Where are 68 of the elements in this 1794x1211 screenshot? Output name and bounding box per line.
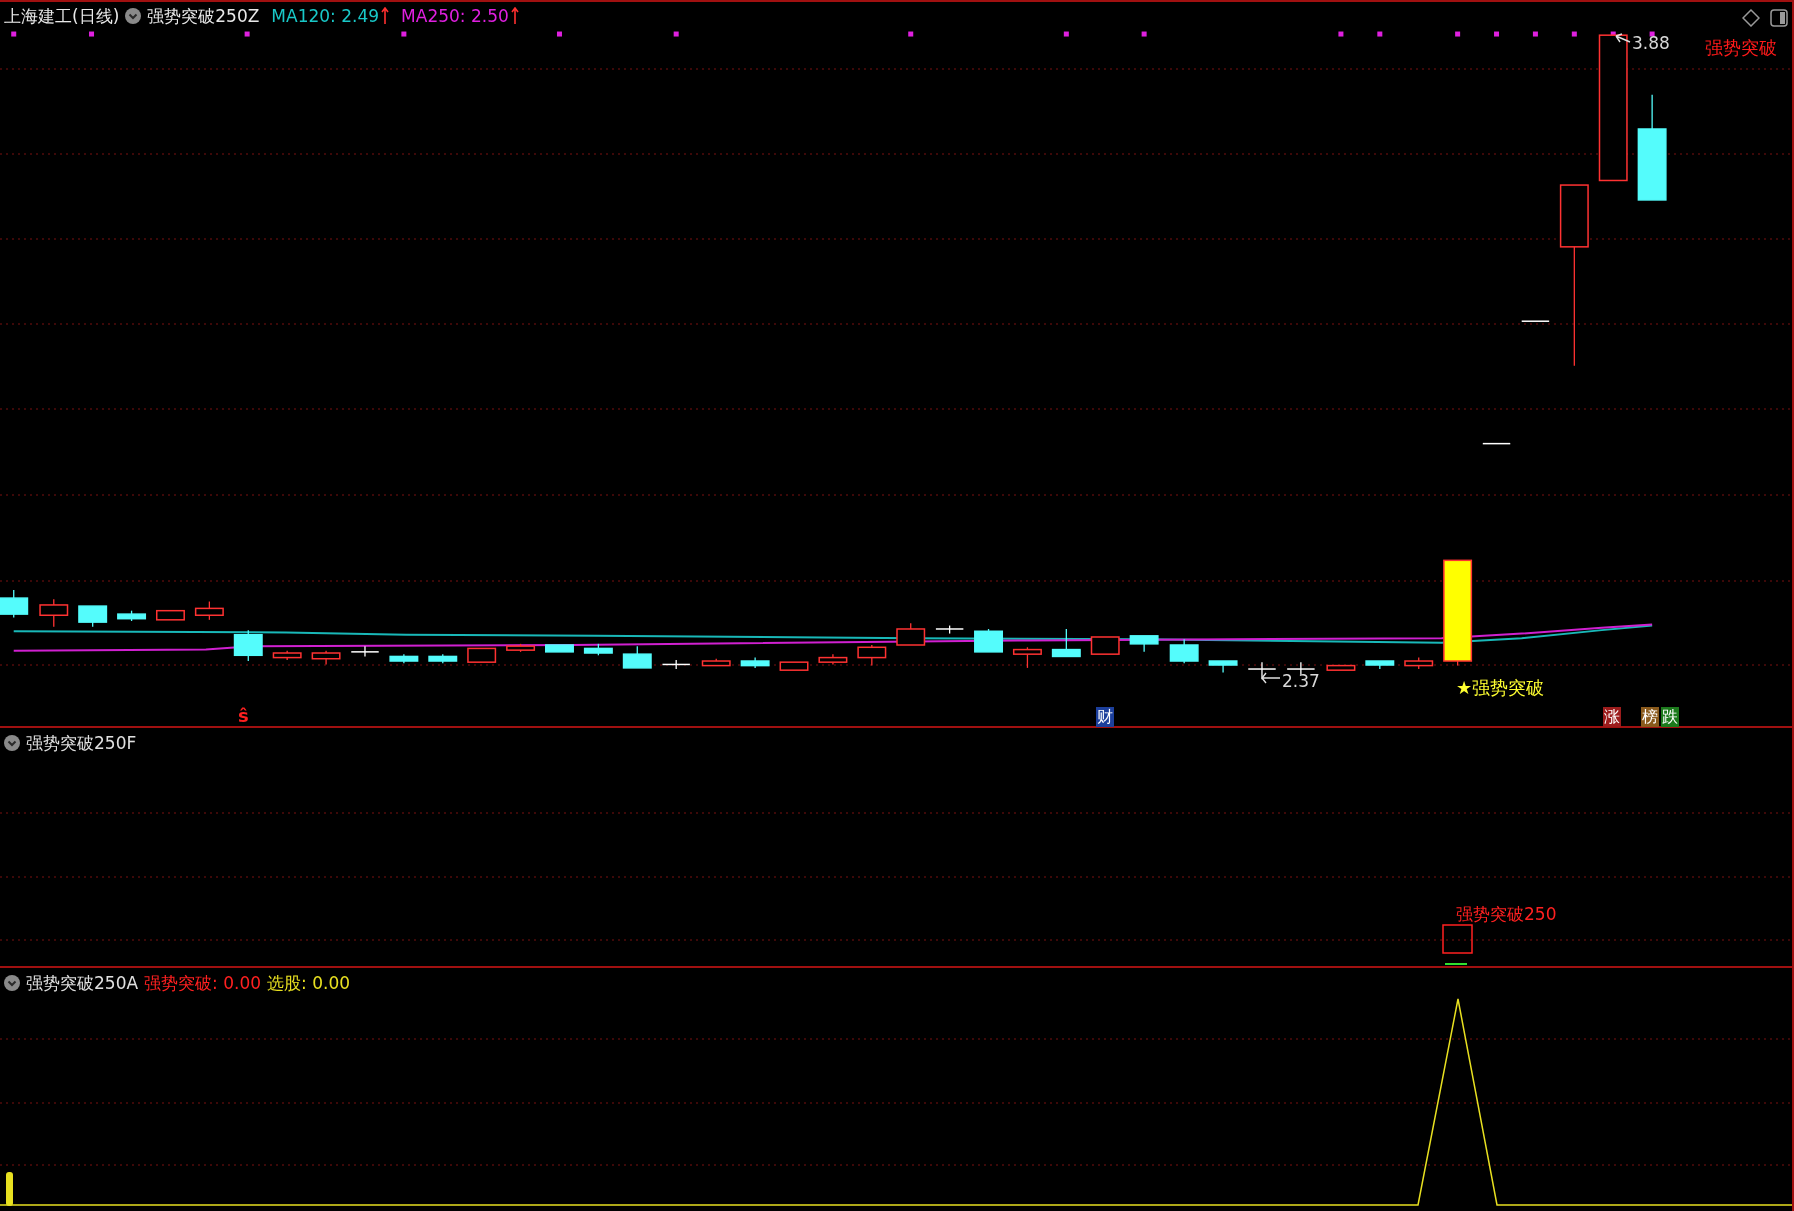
chevron-circle-icon[interactable]: [125, 8, 142, 24]
candlestick: [935, 624, 965, 635]
indicator-reading: 选股: 0.00: [267, 972, 351, 994]
candlestick: [506, 643, 536, 653]
arrow-icon: [1615, 33, 1631, 43]
candlestick: [701, 658, 731, 667]
marker-badge: 涨: [1603, 707, 1621, 727]
indicator-reading: 强势突破: 0.00: [144, 972, 262, 994]
up-arrow-icon: [510, 7, 519, 25]
candlestick: [1365, 660, 1395, 670]
candlestick: [1520, 320, 1550, 322]
price-label: 3.88: [1632, 32, 1670, 55]
candlestick: [1247, 661, 1277, 680]
signal-tick: [1444, 963, 1468, 965]
candlestick: [583, 643, 613, 656]
candlestick: [1012, 646, 1042, 669]
candlestick: [779, 661, 809, 671]
moving-average-reading: MA250: 2.50: [401, 5, 509, 27]
candlestick: [1482, 442, 1511, 445]
indicator-label: 强势突破: [1705, 36, 1777, 60]
candlestick: [467, 647, 497, 663]
candlestick: [1129, 635, 1159, 653]
candlestick: [428, 653, 458, 664]
candlestick: [661, 659, 691, 670]
candlestick: [857, 644, 887, 667]
candlestick: [272, 650, 302, 661]
candlestick: [233, 629, 263, 662]
candlestick: [311, 650, 341, 666]
signal-label: ★强势突破: [1456, 676, 1545, 700]
volume-bar-icon: [6, 1172, 13, 1206]
candlestick: [1169, 638, 1199, 664]
arrow-icon: [1261, 672, 1281, 684]
moving-average-reading: MA120: 2.49: [271, 5, 380, 27]
candlestick: [896, 622, 926, 646]
candlestick: [818, 653, 848, 666]
candlestick: [1090, 636, 1120, 655]
candlestick: [1326, 664, 1356, 671]
stock-title: 上海建工(日线): [4, 5, 120, 27]
signal-box-icon: [1442, 924, 1473, 954]
diamond-icon[interactable]: [1742, 9, 1760, 27]
candlestick: [0, 589, 29, 619]
candlestick: [78, 605, 108, 628]
chevron-circle-icon[interactable]: [4, 735, 20, 751]
up-arrow-icon: [381, 7, 390, 25]
candlestick: [1404, 656, 1434, 670]
candlestick: [740, 656, 770, 669]
indicator-name: 强势突破250F: [26, 732, 137, 754]
candlestick: [350, 645, 380, 658]
marker-badge: 榜: [1641, 707, 1659, 727]
price-label: 2.37: [1282, 670, 1320, 693]
panel-toggle-icon[interactable]: [1770, 9, 1788, 27]
candlestick: [1286, 661, 1316, 676]
chevron-circle-icon[interactable]: [4, 975, 20, 991]
candlestick: [1051, 628, 1081, 658]
indicator-name: 强势突破250A: [26, 972, 139, 994]
marker-badge: 财: [1096, 707, 1114, 727]
indicator-name: 强势突破250Z: [147, 5, 260, 27]
candlestick: [39, 598, 69, 628]
candlestick: [156, 609, 185, 621]
candlestick: [194, 600, 224, 621]
candlestick: [117, 610, 147, 622]
candlestick: [974, 628, 1003, 653]
candlestick: [545, 644, 574, 653]
marker-badge: 跌: [1661, 707, 1679, 727]
signal-label: 强势突破250: [1456, 903, 1557, 926]
candlestick: [622, 645, 652, 669]
candlestick: [1208, 660, 1238, 674]
candlestick: [389, 653, 419, 664]
